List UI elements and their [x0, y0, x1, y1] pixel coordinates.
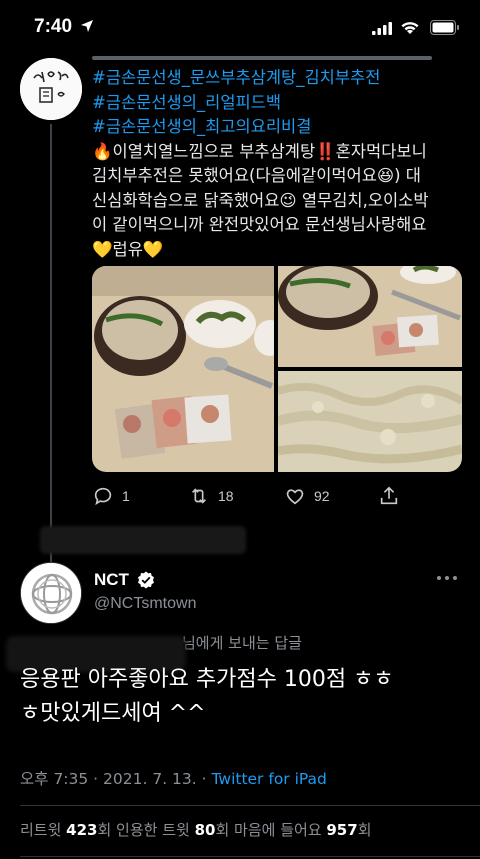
quotes-stat[interactable]: 80	[195, 821, 216, 839]
likes-label: 회 마음에 들어요	[215, 821, 327, 839]
doodle-avatar-icon	[20, 58, 82, 120]
tweet-body-line: 신심화학습으로 닭죽했어요😉 열무김치,오이소박	[92, 190, 429, 210]
verified-icon	[138, 571, 154, 589]
parent-tweet[interactable]: #금손문선생_문쓰부추삼계탕_김치부추전 #금손문선생의_리얼피드백 #금손문선…	[0, 52, 480, 582]
reply-to-label: 님에게 보내는 답글	[182, 634, 302, 652]
hashtag-link[interactable]: #금손문선생_문쓰부추삼계탕_김치부추전	[92, 66, 464, 91]
divider	[20, 856, 480, 857]
tweet-body-line: 🔥이열치열느낌으로 부추삼계탕‼️혼자먹다보니	[92, 141, 427, 161]
stats-row: 리트윗 423회 인용한 트윗 80회 마음에 들어요 957회	[20, 819, 372, 840]
nct-avatar[interactable]	[20, 562, 82, 624]
timestamp-row: 오후 7:35 · 2021. 7. 13. · Twitter for iPa…	[20, 767, 327, 789]
photo-dakjuk-closeup[interactable]	[278, 371, 462, 472]
divider	[20, 805, 480, 806]
author-name[interactable]: NCT	[94, 570, 129, 590]
tweet-body-line: 김치부추전은 못했어요(다음에같이먹어요😆) 대	[92, 166, 421, 185]
like-count: 92	[314, 488, 330, 504]
reply-button[interactable]: 1	[92, 484, 130, 508]
truncated-header	[92, 52, 452, 62]
retweet-count: 18	[218, 488, 234, 504]
photo-samgyetang-bowl[interactable]	[278, 266, 462, 367]
parent-tweet-text: #금손문선생_문쓰부추삼계탕_김치부추전 #금손문선생의_리얼피드백 #금손문선…	[92, 66, 464, 262]
quotes-label: 회 인용한 트윗	[97, 821, 195, 839]
reply-count: 1	[122, 488, 130, 504]
more-icon[interactable]	[436, 574, 458, 582]
tweet-body-line: 이 같이먹으니까 완전맛있어요 문선생님사랑해요	[92, 215, 427, 234]
retweets-label: 리트윗	[20, 821, 67, 839]
main-text-line: ㅎ맛있게드세여 ^^	[20, 701, 206, 726]
wifi-icon	[401, 22, 419, 34]
battery-icon	[430, 20, 459, 35]
main-tweet-text: 응용판 아주좋아요 추가점수 100점 ㅎㅎ ㅎ맛있게드세여 ^^	[20, 663, 460, 731]
parent-avatar[interactable]	[20, 58, 82, 120]
parent-action-bar: 1 18 92	[92, 484, 412, 508]
thread-line	[50, 124, 52, 582]
share-icon	[380, 486, 398, 505]
retweet-button[interactable]: 18	[188, 484, 234, 508]
status-time: 7:40	[34, 16, 73, 37]
retweets-stat[interactable]: 423	[66, 821, 97, 839]
timestamp: 오후 7:35 · 2021. 7. 13. ·	[20, 770, 212, 788]
reply-icon	[94, 487, 112, 506]
share-button[interactable]	[378, 484, 408, 508]
location-arrow-icon	[81, 20, 93, 32]
redacted-region	[40, 526, 246, 554]
tweet-body-line: 💛럽유💛	[92, 239, 164, 259]
likes-stat[interactable]: 957	[326, 821, 357, 839]
nct-logo-icon	[21, 563, 81, 623]
source-link[interactable]: Twitter for iPad	[211, 770, 326, 788]
like-icon	[286, 489, 304, 505]
signal-icon	[372, 22, 392, 35]
likes-unit: 회	[357, 821, 372, 839]
media-grid	[92, 266, 462, 472]
status-bar: 7:40	[0, 0, 480, 52]
photo-samgyetang-cards[interactable]	[92, 266, 274, 472]
author-handle[interactable]: @NCTsmtown	[94, 595, 196, 613]
like-button[interactable]: 92	[284, 484, 330, 508]
retweet-icon	[191, 488, 207, 504]
hashtag-link[interactable]: #금손문선생의_리얼피드백	[92, 91, 464, 116]
main-text-line: 응용판 아주좋아요 추가점수 100점 ㅎㅎ	[20, 667, 394, 692]
hashtag-link[interactable]: #금손문선생의_최고의요리비결	[92, 115, 464, 140]
